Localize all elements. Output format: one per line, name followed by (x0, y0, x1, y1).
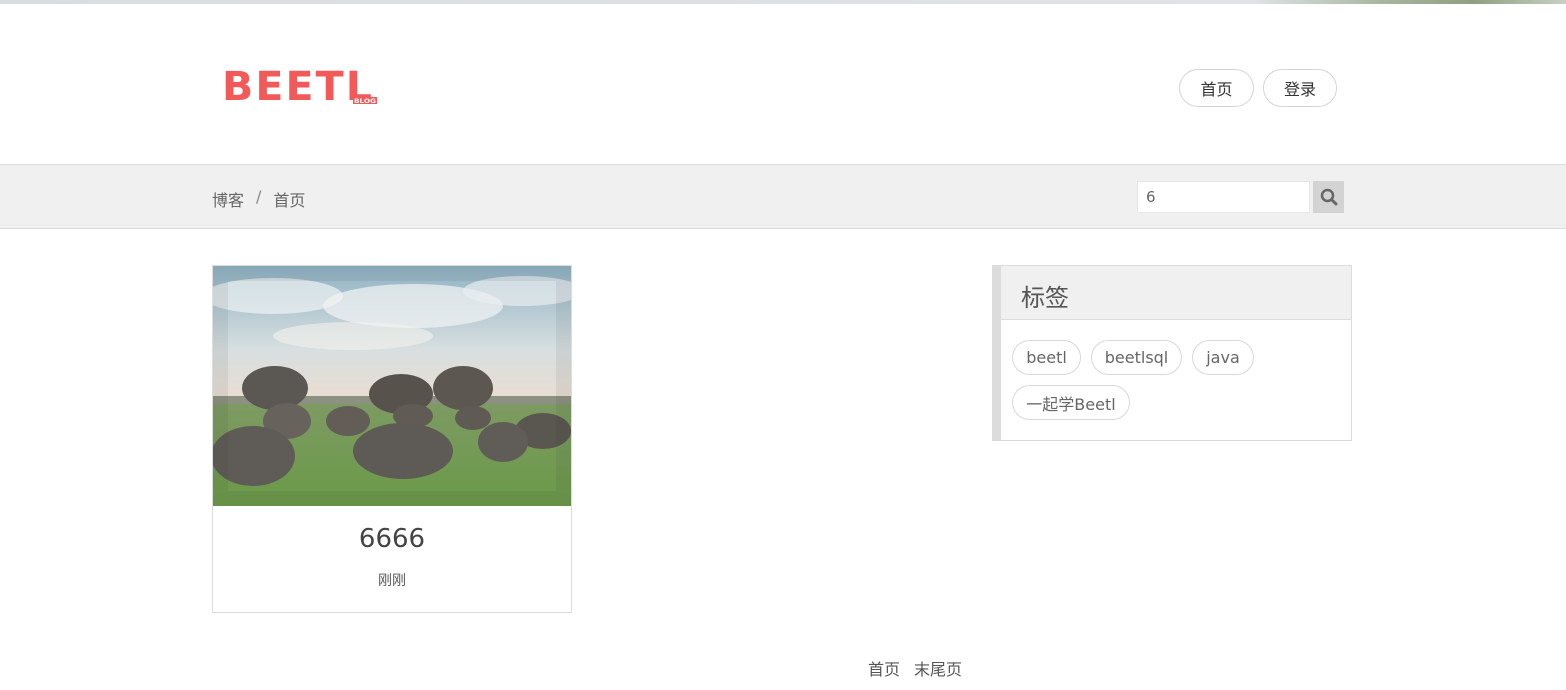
pagination-last-link[interactable]: 末尾页 (914, 656, 962, 680)
svg-text:BLOG: BLOG (354, 98, 376, 105)
nav-login-button[interactable]: 登录 (1263, 69, 1337, 107)
tags-panel: 标签 beetl beetlsql java 一起学Beetl (992, 265, 1352, 441)
search-button[interactable] (1313, 181, 1344, 213)
tag-learn-beetl[interactable]: 一起学Beetl (1012, 385, 1130, 420)
tags-panel-title: 标签 (1021, 284, 1069, 312)
breadcrumb-separator: / (256, 187, 262, 206)
post-title[interactable]: 6666 (213, 524, 571, 554)
nav-home-button[interactable]: 首页 (1179, 69, 1254, 107)
search-icon (1320, 188, 1337, 206)
post-card[interactable]: 6666 刚刚 (212, 265, 572, 613)
breadcrumb: 博客 / 首页 (212, 187, 305, 211)
breadcrumb-bar: 博客 / 首页 (0, 164, 1566, 229)
tag-java[interactable]: java (1192, 340, 1254, 375)
site-logo[interactable]: BEETL BLOG (222, 66, 382, 106)
tag-beetlsql[interactable]: beetlsql (1091, 340, 1182, 375)
post-cover-image[interactable] (213, 266, 571, 506)
site-header: BEETL BLOG 首页 登录 (0, 4, 1566, 164)
breadcrumb-item-blog[interactable]: 博客 (212, 187, 244, 211)
svg-text:BEETL: BEETL (222, 66, 374, 106)
pagination-first-link[interactable]: 首页 (868, 656, 900, 680)
search-input[interactable] (1137, 181, 1310, 213)
tag-beetl[interactable]: beetl (1012, 340, 1081, 375)
breadcrumb-item-home[interactable]: 首页 (273, 187, 305, 211)
post-time: 刚刚 (378, 573, 406, 589)
tags-panel-header: 标签 (1001, 266, 1351, 320)
